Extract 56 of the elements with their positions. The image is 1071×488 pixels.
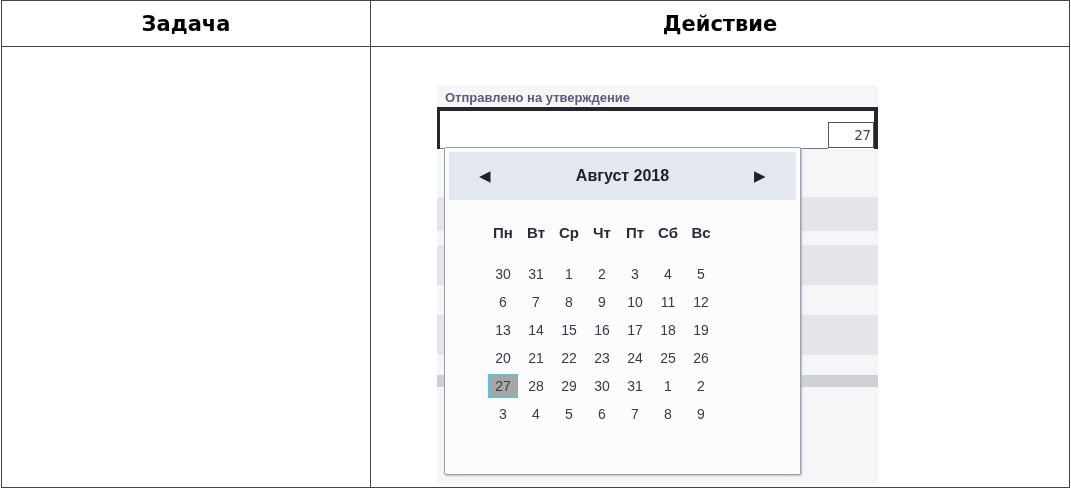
- calendar-day[interactable]: 5: [686, 262, 716, 286]
- calendar-day[interactable]: 23: [587, 346, 617, 370]
- weekday-label: Чт: [592, 224, 612, 243]
- calendar-day[interactable]: 4: [653, 262, 683, 286]
- calendar-day[interactable]: 18: [653, 318, 683, 342]
- calendar-day[interactable]: 31: [521, 262, 551, 286]
- calendar-day[interactable]: 20: [488, 346, 518, 370]
- calendar-day[interactable]: 17: [620, 318, 650, 342]
- calendar-day[interactable]: 28: [521, 374, 551, 398]
- calendar-day[interactable]: 19: [686, 318, 716, 342]
- calendar-day[interactable]: 29: [554, 374, 584, 398]
- calendar-day[interactable]: 5: [554, 402, 584, 426]
- weekday-label: Пн: [492, 224, 514, 243]
- calendar-day[interactable]: 7: [521, 290, 551, 314]
- weekday-label: Вс: [690, 224, 712, 243]
- weekday-label: Пт: [624, 224, 646, 243]
- column-header: Действие: [662, 11, 778, 36]
- calendar-day[interactable]: 11: [653, 290, 683, 314]
- calendar-day[interactable]: 8: [653, 402, 683, 426]
- calendar-day[interactable]: 2: [686, 374, 716, 398]
- calendar-day[interactable]: 1: [653, 374, 683, 398]
- calendar-day[interactable]: 6: [587, 402, 617, 426]
- previous-month-button[interactable]: ◀: [479, 167, 491, 185]
- weekday-label: Сб: [657, 224, 679, 243]
- calendar-day[interactable]: 21: [521, 346, 551, 370]
- field-label: Отправлено на утверждение: [444, 89, 632, 105]
- next-month-button[interactable]: ▶: [754, 167, 766, 185]
- calendar-day[interactable]: 14: [521, 318, 551, 342]
- calendar-day[interactable]: 25: [653, 346, 683, 370]
- calendar-day[interactable]: 3: [488, 402, 518, 426]
- calendar-day[interactable]: 15: [554, 318, 584, 342]
- calendar-day[interactable]: 1: [554, 262, 584, 286]
- calendar-day[interactable]: 6: [488, 290, 518, 314]
- calendar-day[interactable]: 9: [587, 290, 617, 314]
- calendar-day[interactable]: 12: [686, 290, 716, 314]
- calendar-day[interactable]: 8: [554, 290, 584, 314]
- calendar-day[interactable]: 30: [488, 262, 518, 286]
- weekday-label: Ср: [558, 224, 580, 243]
- calendar-day[interactable]: 10: [620, 290, 650, 314]
- calendar-day[interactable]: 24: [620, 346, 650, 370]
- calendar-day[interactable]: 3: [620, 262, 650, 286]
- calendar-day[interactable]: 9: [686, 402, 716, 426]
- date-button[interactable]: 27: [828, 122, 874, 148]
- calendar-day[interactable]: 22: [554, 346, 584, 370]
- month-title: Август 2018: [575, 167, 670, 185]
- calendar-day[interactable]: 16: [587, 318, 617, 342]
- calendar-day[interactable]: 13: [488, 318, 518, 342]
- calendar-day[interactable]: 27: [488, 374, 518, 398]
- column-header: Задача: [141, 11, 231, 36]
- weekday-label: Вт: [526, 224, 546, 243]
- calendar-day[interactable]: 2: [587, 262, 617, 286]
- calendar-day[interactable]: 26: [686, 346, 716, 370]
- calendar-day[interactable]: 31: [620, 374, 650, 398]
- calendar-day[interactable]: 4: [521, 402, 551, 426]
- calendar-day[interactable]: 7: [620, 402, 650, 426]
- calendar-day[interactable]: 30: [587, 374, 617, 398]
